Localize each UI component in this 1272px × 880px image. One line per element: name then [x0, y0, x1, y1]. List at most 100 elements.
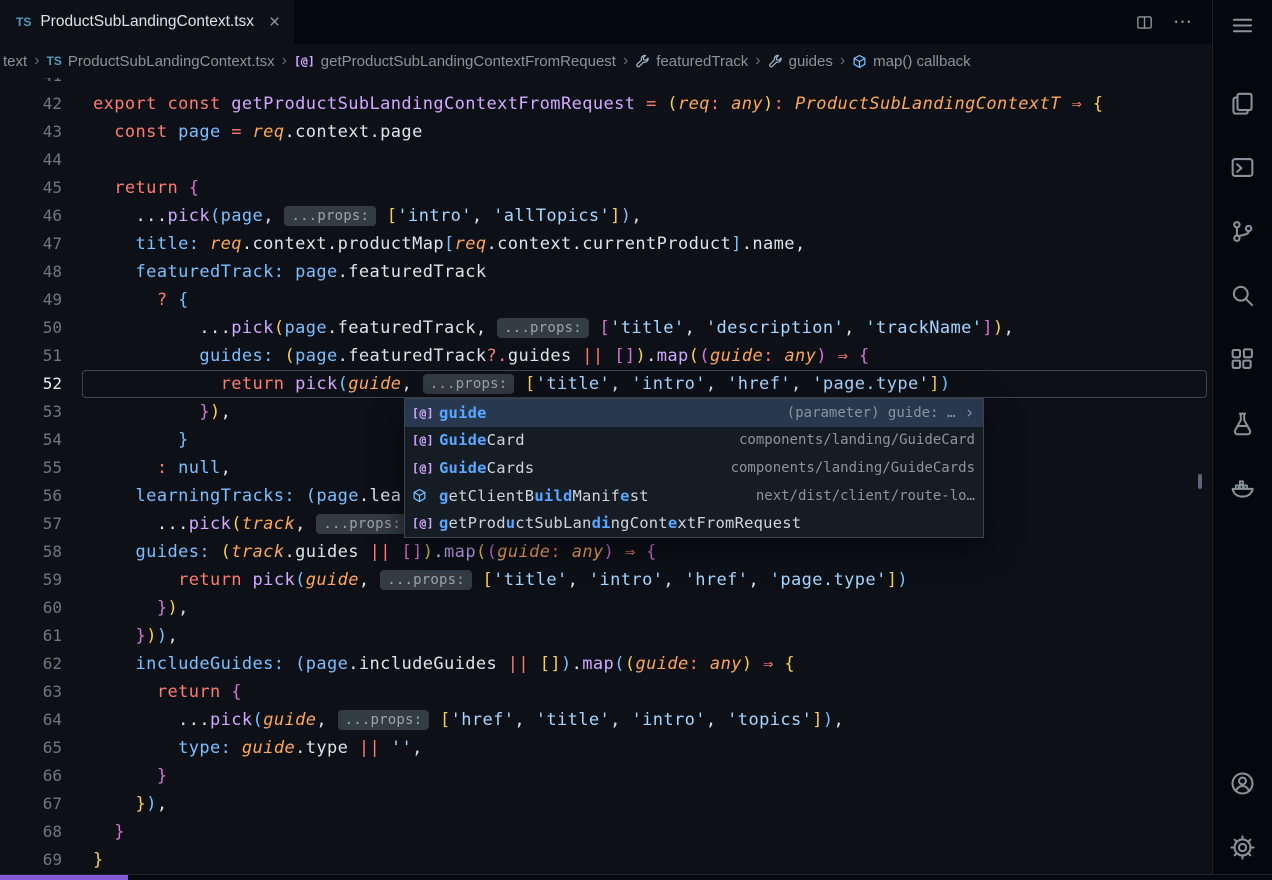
suggestion-details-chevron-icon[interactable]: › — [964, 403, 975, 423]
code-line[interactable]: 68 } — [0, 818, 1212, 846]
code-token: 'href' — [685, 570, 749, 590]
code-token: page — [178, 122, 221, 142]
code-token: ] — [887, 570, 898, 590]
line-number: 56 — [0, 482, 62, 510]
code-line[interactable]: 49 ? { — [0, 286, 1212, 314]
code-token: 'href' — [451, 710, 515, 730]
code-line[interactable]: 66 } — [0, 762, 1212, 790]
warnings-status[interactable]: 0 — [405, 875, 453, 880]
breadcrumb-item[interactable]: text — [3, 53, 27, 70]
indent — [93, 766, 157, 786]
code-line[interactable]: 60 }), — [0, 594, 1212, 622]
line-number: 43 — [0, 118, 62, 146]
suggestion-item[interactable]: [@]GuideCardcomponents/landing/GuideCard — [405, 427, 983, 455]
code-token: ( — [689, 346, 700, 366]
code-line[interactable]: 65 type: guide.type || '', — [0, 734, 1212, 762]
code-token: [] — [540, 654, 561, 674]
code-line[interactable]: 69} — [0, 846, 1212, 874]
code-line[interactable]: 62 includeGuides: (page.includeGuides ||… — [0, 650, 1212, 678]
code-line[interactable]: 59 return pick(guide, ...props: ['title'… — [0, 566, 1212, 594]
wrench-icon — [768, 54, 783, 69]
suggestion-text: xtFromRequest — [677, 514, 801, 532]
feedback-status[interactable] — [1198, 875, 1231, 880]
indent — [93, 598, 157, 618]
docker-button[interactable] — [1230, 474, 1256, 500]
language-mode-status[interactable]: typescriptreact | — [500, 875, 639, 880]
notifications-status[interactable] — [1231, 875, 1264, 880]
code-line[interactable]: 61 })), — [0, 622, 1212, 650]
indent — [93, 122, 114, 142]
code-token: req — [210, 234, 242, 254]
code-token: ) — [561, 654, 572, 674]
explorer-button[interactable] — [1230, 90, 1256, 116]
code-line[interactable]: 58 guides: (track.guides || []).map((gui… — [0, 538, 1212, 566]
suggestion-detail: next/dist/client/route-lo… — [738, 488, 975, 504]
code-token: 'intro' — [631, 374, 705, 394]
code-token: ( — [306, 486, 317, 506]
code-line[interactable]: 44 — [0, 146, 1212, 174]
terminal-button[interactable] — [1230, 154, 1256, 180]
tab-productsublandingcontext[interactable]: TS ProductSubLandingContext.tsx × — [0, 0, 294, 44]
source-control-button[interactable] — [1230, 218, 1256, 244]
codespaces-status[interactable]: Codespaces — [0, 875, 128, 880]
code-token: ( — [295, 654, 306, 674]
menu-button[interactable] — [1230, 12, 1256, 38]
line-number: 68 — [0, 818, 62, 846]
breadcrumb-item[interactable]: [@]getProductSubLandingContextFromReques… — [294, 53, 616, 70]
code-token: any — [774, 346, 817, 366]
code-editor[interactable]: 4142export const getProductSubLandingCon… — [0, 78, 1212, 874]
sync-status[interactable] — [324, 875, 357, 880]
accounts-button[interactable] — [1230, 770, 1256, 796]
code-line[interactable]: 47 title: req.context.productMap[req.con… — [0, 230, 1212, 258]
code-line[interactable]: 51 guides: (page.featuredTrack?.guides |… — [0, 342, 1212, 370]
code-token: ... — [199, 318, 231, 338]
active-file-check-status[interactable]: ProductSubLandingContext.tsx — [639, 875, 872, 880]
breadcrumb-item-label: map() callback — [873, 53, 971, 70]
code-line[interactable]: 42export const getProductSubLandingConte… — [0, 90, 1212, 118]
code-line[interactable]: 43 const page = req.context.page — [0, 118, 1212, 146]
code-token — [376, 206, 387, 226]
code-line[interactable]: 41 — [0, 78, 1212, 90]
code-line[interactable]: 50 ...pick(page.featuredTrack, ...props:… — [0, 314, 1212, 342]
cube-icon — [412, 488, 427, 503]
scrollbar-thumb[interactable] — [1198, 474, 1202, 489]
code-line[interactable]: 48 featuredTrack: page.featuredTrack — [0, 258, 1212, 286]
search-button[interactable] — [1230, 282, 1256, 308]
indent — [93, 654, 136, 674]
suggestion-item[interactable]: [@]GuideCardscomponents/landing/GuideCar… — [405, 454, 983, 482]
code-token: : — [689, 654, 700, 674]
inlay-hint: ...props: — [497, 318, 589, 338]
code-line[interactable]: 45 return { — [0, 174, 1212, 202]
code-line[interactable]: 67 }), — [0, 790, 1212, 818]
code-token: pick — [253, 570, 296, 590]
breadcrumb-item[interactable]: TSProductSubLandingContext.tsx — [47, 53, 275, 70]
more-actions-icon[interactable]: ⋯ — [1173, 11, 1194, 34]
git-branch-status[interactable]: improve-context-request — [133, 875, 324, 880]
code-token: , — [359, 570, 380, 590]
code-line[interactable]: 52 return pick(guide, ...props: ['title'… — [0, 370, 1212, 398]
suggestion-item[interactable]: [@]getProductSubLandingContextFromReques… — [405, 509, 983, 537]
code-token: export const — [93, 94, 231, 114]
code-line[interactable]: 63 return { — [0, 678, 1212, 706]
extensions-button[interactable] — [1230, 346, 1256, 372]
breadcrumb-item[interactable]: map() callback — [852, 53, 971, 70]
settings-button[interactable] — [1230, 834, 1256, 860]
code-line[interactable]: 46 ...pick(page, ...props: ['intro', 'al… — [0, 202, 1212, 230]
errors-status[interactable]: 0 — [357, 875, 405, 880]
suggestion-item[interactable]: getClientBuildManifestnext/dist/client/r… — [405, 482, 983, 510]
suggestion-item[interactable]: [@]guide(parameter) guide: …› — [405, 399, 983, 427]
testing-button[interactable] — [1230, 410, 1256, 436]
ports-status[interactable]: 1 — [452, 875, 500, 880]
code-line-content: } — [82, 818, 1207, 846]
close-tab-icon[interactable]: × — [269, 13, 280, 32]
split-editor-icon[interactable] — [1136, 14, 1153, 31]
code-line-content: }), — [82, 594, 1207, 622]
indent — [93, 178, 114, 198]
code-token: ( — [274, 318, 285, 338]
prettier-status[interactable]: Prettier — [1113, 875, 1198, 880]
code-token: . — [646, 346, 657, 366]
code-token: ) — [940, 374, 951, 394]
code-line[interactable]: 64 ...pick(guide, ...props: ['href', 'ti… — [0, 706, 1212, 734]
breadcrumb-item[interactable]: featuredTrack — [635, 53, 748, 70]
breadcrumb-item[interactable]: guides — [768, 53, 833, 70]
